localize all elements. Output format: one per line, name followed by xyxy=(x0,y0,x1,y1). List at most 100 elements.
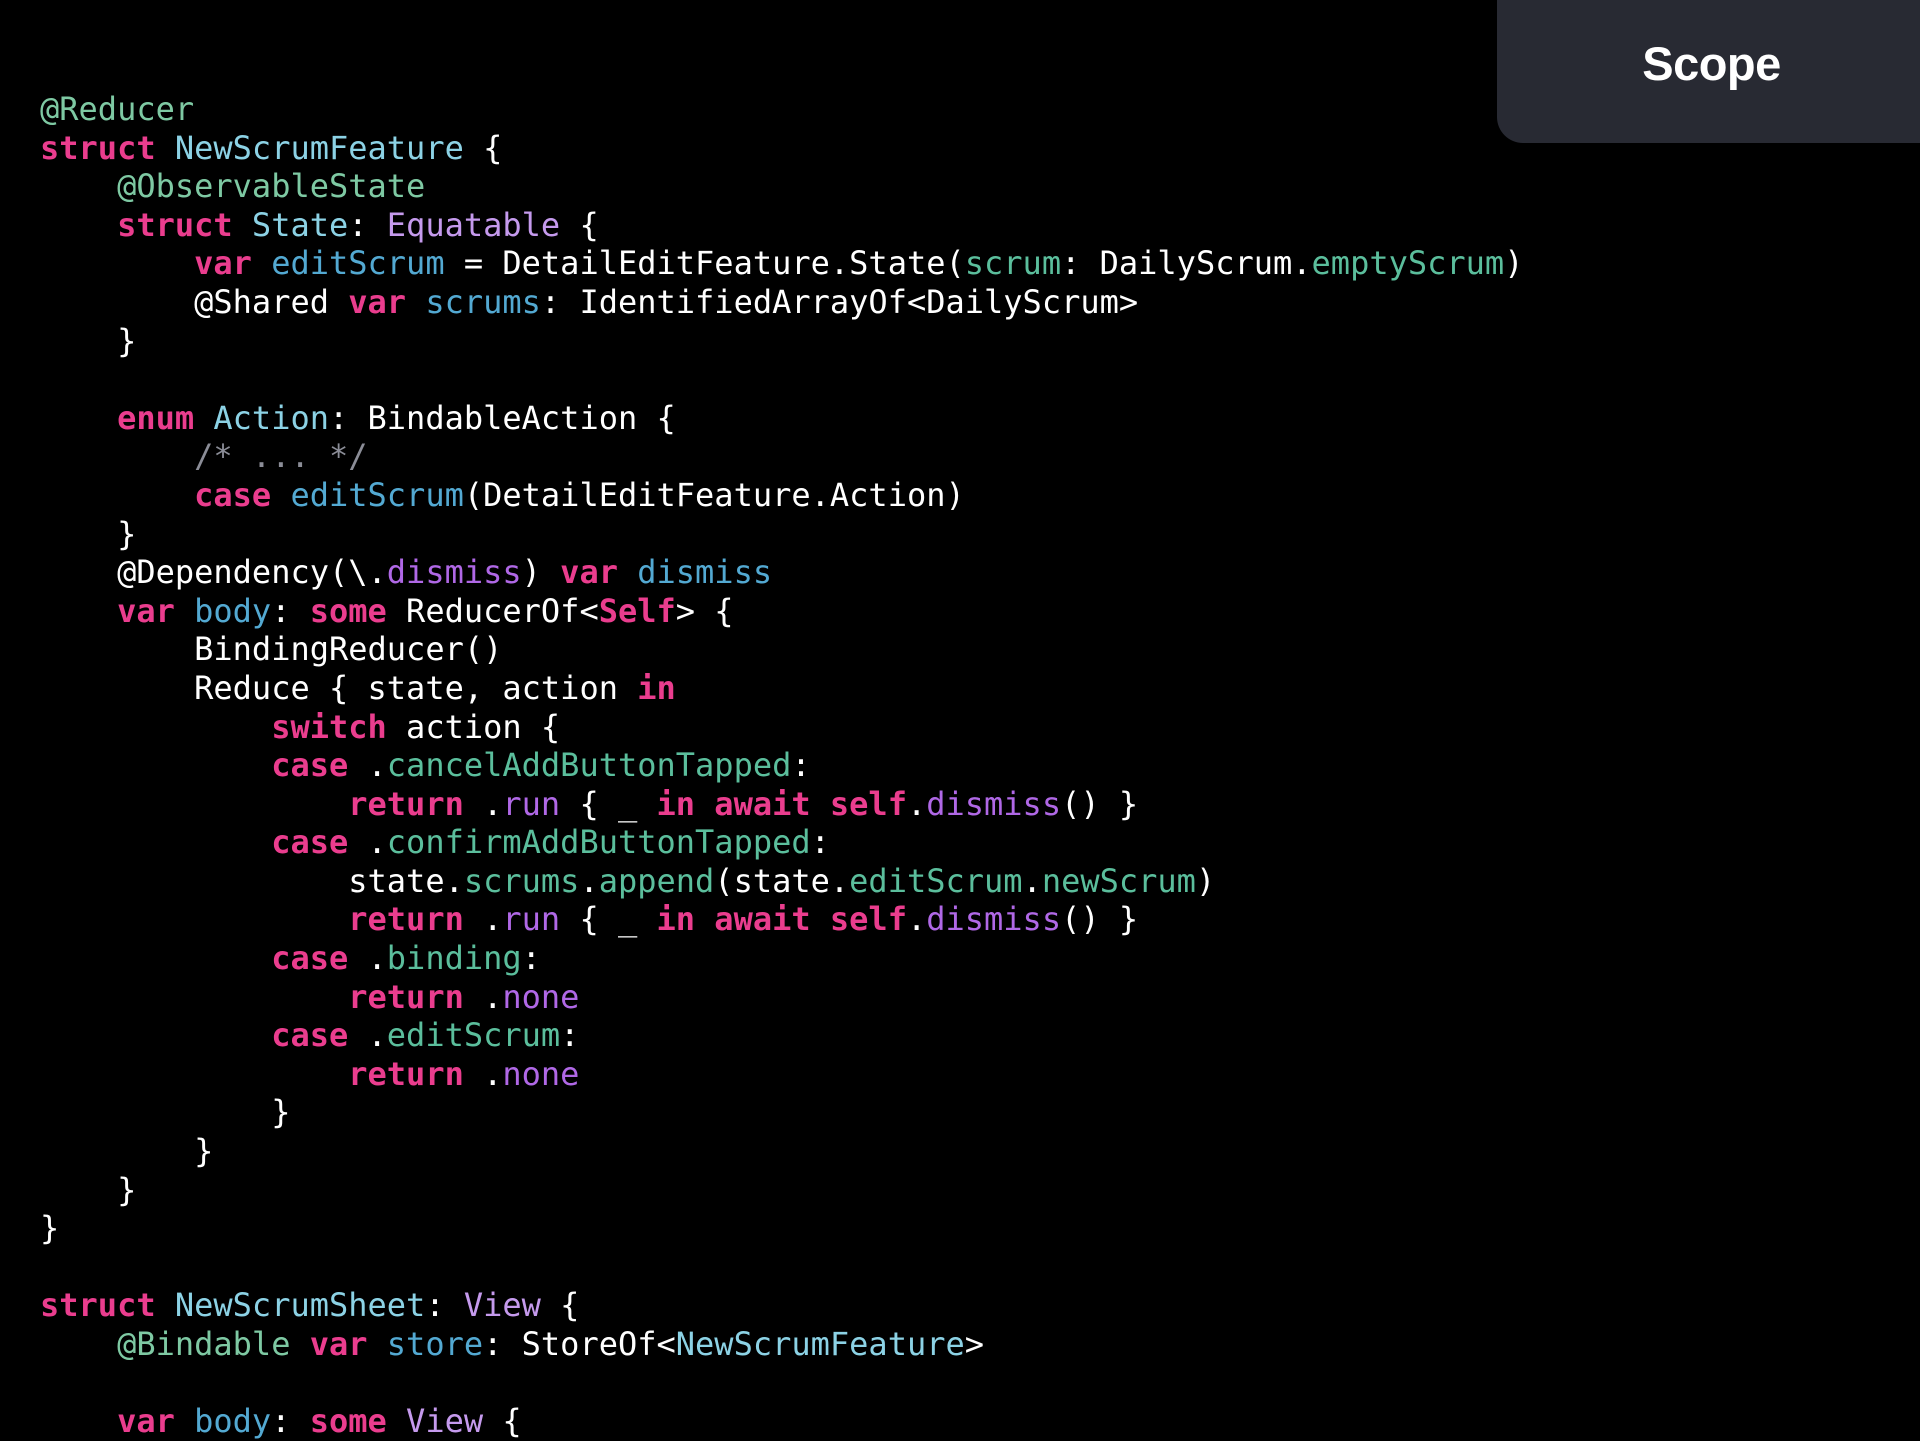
code-token: . xyxy=(348,746,387,785)
code-token: ) xyxy=(521,553,561,592)
code-token: : xyxy=(791,746,811,785)
code-token: @ObservableState xyxy=(117,167,426,206)
code-token: enum xyxy=(117,398,195,437)
code-token: state. xyxy=(40,861,464,900)
code-token: { _ xyxy=(560,784,657,823)
code-line: } xyxy=(40,1171,1523,1210)
code-token: { xyxy=(560,205,599,244)
code-token: . xyxy=(579,861,599,900)
code-token: run xyxy=(502,784,561,823)
code-token: (DetailEditFeature.Action) xyxy=(463,475,965,514)
code-token: @Shared xyxy=(40,282,349,321)
code-line: return .run { _ in await self.dismiss() … xyxy=(40,900,1523,939)
code-token: () } xyxy=(1061,784,1139,823)
code-token: { xyxy=(540,1286,580,1325)
code-token: } xyxy=(40,1170,137,1209)
code-token: struct xyxy=(40,1286,156,1325)
code-token: struct xyxy=(117,205,233,244)
code-line: @Dependency(\.dismiss) var dismiss xyxy=(40,553,1523,592)
code-token: : StoreOf< xyxy=(483,1325,676,1363)
code-token: await xyxy=(714,900,811,939)
code-token: : xyxy=(271,1402,310,1441)
code-token: run xyxy=(502,900,561,939)
code-token: } xyxy=(40,1093,291,1132)
code-token: : xyxy=(560,1016,580,1055)
code-token: newScrum xyxy=(1041,861,1196,900)
scope-title: Scope xyxy=(1642,37,1781,90)
code-token: > xyxy=(964,1325,985,1363)
code-line: } xyxy=(40,1132,1523,1171)
code-line: var body: some ReducerOf<Self> { xyxy=(40,592,1523,631)
code-listing: @Reducer struct NewScrumFeature { @Observ… xyxy=(40,90,1523,1441)
code-token: : DailyScrum. xyxy=(1061,244,1312,283)
code-token: > { xyxy=(675,591,734,630)
code-token: var xyxy=(117,1402,175,1441)
code-token: . xyxy=(1022,861,1042,900)
code-token: binding xyxy=(386,939,522,978)
code-token: in xyxy=(637,668,676,707)
code-line: case .confirmAddButtonTapped: xyxy=(40,823,1523,862)
code-token: none xyxy=(502,977,580,1016)
code-line: var body: some View { xyxy=(40,1402,1523,1441)
code-line: struct NewScrumFeature { xyxy=(40,129,1523,168)
code-token: var xyxy=(117,591,175,630)
code-line: var editScrum = DetailEditFeature.State(… xyxy=(40,244,1523,283)
code-token: scrum xyxy=(964,244,1062,283)
code-token: Self xyxy=(598,591,676,630)
code-line: } xyxy=(40,322,1523,361)
code-token: dismiss xyxy=(637,553,773,592)
code-token: case xyxy=(271,939,349,978)
code-token: cancelAddButtonTapped xyxy=(386,746,792,785)
code-token: self xyxy=(829,900,907,939)
code-line: state.scrums.append(state.editScrum.newS… xyxy=(40,862,1523,901)
code-token: . xyxy=(348,939,387,978)
code-line: case .editScrum: xyxy=(40,1016,1523,1055)
code-token: self xyxy=(829,784,907,823)
code-token: View xyxy=(463,1286,541,1325)
code-token: some xyxy=(309,591,387,630)
code-token: case xyxy=(271,746,349,785)
code-token: struct xyxy=(40,128,156,167)
code-token: Action xyxy=(213,398,329,437)
code-token: /* ... */ xyxy=(194,437,368,476)
code-token: View xyxy=(406,1402,484,1441)
code-token: store xyxy=(386,1325,484,1363)
code-token: var xyxy=(194,244,252,283)
code-token: var xyxy=(560,553,618,592)
code-token: case xyxy=(271,1016,349,1055)
code-token: } xyxy=(40,1209,60,1248)
code-token: await xyxy=(714,784,811,823)
code-line: @Reducer xyxy=(40,90,1523,129)
code-token: . xyxy=(463,1054,503,1093)
code-token: return xyxy=(348,784,464,823)
code-token: : xyxy=(425,1286,464,1325)
code-token: . xyxy=(463,784,503,823)
code-line: struct State: Equatable { xyxy=(40,206,1523,245)
code-token: in xyxy=(656,900,696,939)
code-token: emptyScrum xyxy=(1311,244,1505,283)
code-token: switch xyxy=(271,707,387,746)
code-token: : xyxy=(810,823,830,862)
code-token: dismiss xyxy=(386,553,522,592)
